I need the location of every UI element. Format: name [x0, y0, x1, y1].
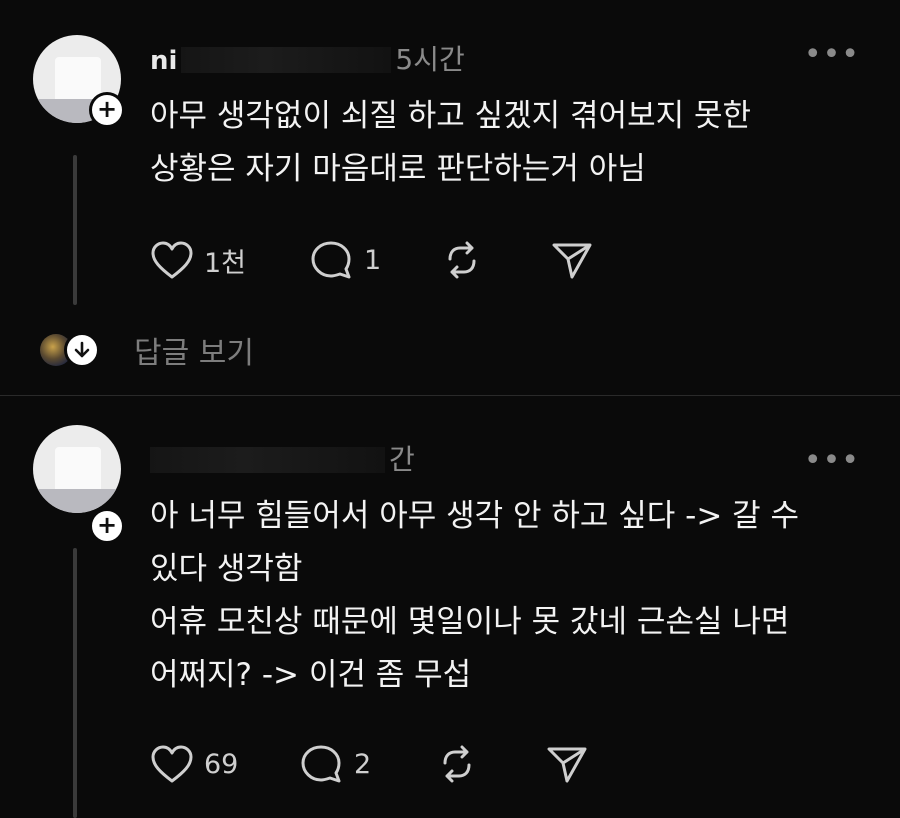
post-header: 간: [150, 438, 415, 478]
post-line: 아 너무 힘들어서 아무 생각 안 하고 싶다 -> 갈 수: [150, 498, 800, 534]
send-icon: [545, 743, 589, 785]
heart-icon: [150, 240, 194, 280]
like-button[interactable]: 69: [150, 744, 300, 784]
share-button[interactable]: [545, 743, 605, 785]
arrow-down-icon: [64, 332, 100, 368]
like-button[interactable]: 1천: [150, 240, 310, 280]
follow-button[interactable]: +: [89, 508, 125, 544]
view-replies-button[interactable]: 답글 보기: [40, 322, 254, 378]
more-options-button[interactable]: •••: [804, 446, 860, 476]
author-avatar[interactable]: +: [33, 35, 125, 128]
thread-line: [73, 155, 77, 305]
redacted-name: [150, 447, 385, 473]
heart-icon: [150, 744, 194, 784]
post-line: 아무 생각없이 쇠질 하고 싶겠지 겪어보지 못한: [150, 98, 752, 134]
comment-button[interactable]: 1: [310, 239, 440, 281]
repost-button[interactable]: [440, 239, 550, 281]
author-name[interactable]: ni: [150, 46, 177, 76]
post-2: + 간 ••• 아 너무 힘들어서 아무 생각 안 하고 싶다 -> 갈 수 있…: [0, 396, 900, 818]
comment-bubble-icon: [310, 239, 354, 281]
repost-icon: [440, 239, 484, 281]
repost-button[interactable]: [435, 743, 545, 785]
post-actions: 1천 1: [150, 238, 610, 282]
redacted-name: [181, 47, 392, 73]
like-count: 69: [204, 748, 239, 780]
comment-bubble-icon: [300, 743, 344, 785]
post-actions: 69 2: [150, 742, 605, 786]
avatar-image: [33, 425, 121, 513]
author-avatar[interactable]: +: [33, 425, 125, 544]
post-line: 상황은 자기 마음대로 판단하는거 아님: [150, 151, 646, 187]
comment-count: 2: [354, 748, 372, 780]
repost-icon: [435, 743, 479, 785]
post-body: 아 너무 힘들어서 아무 생각 안 하고 싶다 -> 갈 수 있다 생각함 어휴…: [150, 490, 870, 702]
post-line: 어휴 모친상 때문에 몇일이나 못 갔네 근손실 나면: [150, 604, 790, 640]
follow-button[interactable]: +: [89, 92, 125, 128]
send-icon: [550, 239, 594, 281]
comment-button[interactable]: 2: [300, 743, 435, 785]
comment-count: 1: [364, 244, 382, 276]
thread-line: [73, 548, 77, 818]
post-line: 있다 생각함: [150, 551, 303, 587]
post-time: 5시간: [395, 43, 465, 76]
view-replies-label: 답글 보기: [134, 336, 254, 371]
post-line: 어쩌지? -> 이건 좀 무섭: [150, 657, 472, 693]
more-options-button[interactable]: •••: [804, 40, 860, 70]
post-body: 아무 생각없이 쇠질 하고 싶겠지 겪어보지 못한 상황은 자기 마음대로 판단…: [150, 90, 870, 196]
post-time: 간: [389, 443, 415, 476]
share-button[interactable]: [550, 239, 610, 281]
post-header: ni 5시간: [150, 38, 465, 78]
like-count: 1천: [204, 247, 247, 279]
post-1: + ni 5시간 ••• 아무 생각없이 쇠질 하고 싶겠지 겪어보지 못한 상황…: [0, 0, 900, 320]
